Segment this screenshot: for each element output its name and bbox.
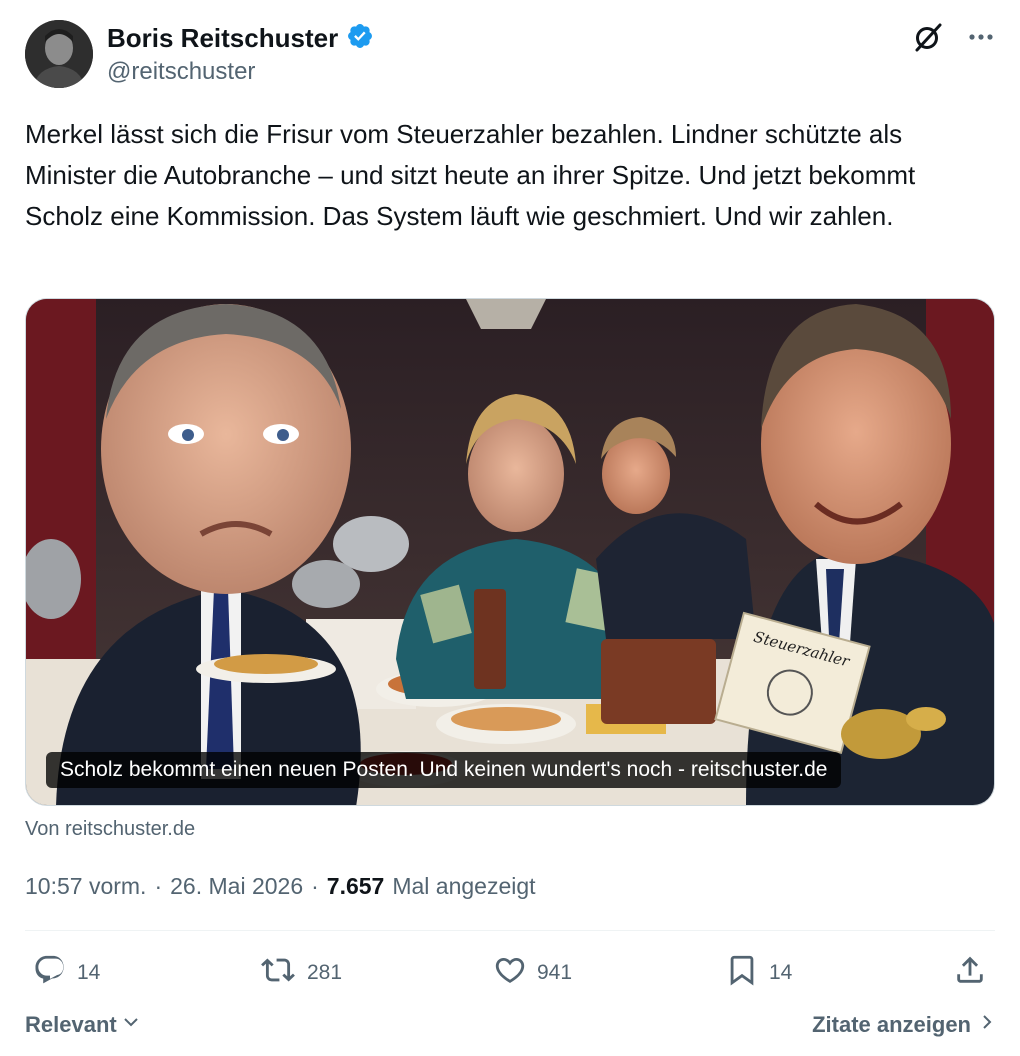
more-icon[interactable] — [967, 23, 995, 51]
reply-sort-row: Relevant Zitate anzeigen — [25, 1012, 995, 1046]
author-name[interactable]: Boris Reitschuster — [107, 23, 338, 54]
author-handle[interactable]: @reitschuster — [107, 58, 255, 86]
reply-button[interactable]: 14 — [33, 950, 100, 996]
tweet-date[interactable]: 26. Mai 2026 — [170, 873, 303, 900]
view-label: Mal angezeigt — [392, 873, 536, 899]
like-count: 941 — [537, 961, 573, 984]
bookmark-count: 14 — [769, 961, 793, 984]
avatar[interactable] — [25, 20, 93, 88]
verified-badge-icon — [346, 22, 374, 55]
reply-icon — [33, 953, 67, 993]
divider — [25, 930, 995, 931]
tweet-time[interactable]: 10:57 vorm. — [25, 873, 146, 900]
chevron-down-icon — [121, 1012, 141, 1038]
tweet-actions: 14 281 941 14 — [25, 950, 995, 996]
header-actions — [911, 20, 995, 54]
repost-button[interactable]: 281 — [259, 950, 342, 996]
view-quotes-link[interactable]: Zitate anzeigen — [812, 1012, 995, 1038]
quotes-label: Zitate anzeigen — [812, 1012, 971, 1037]
grok-icon[interactable] — [911, 20, 945, 54]
meta-separator: · — [154, 873, 163, 899]
share-icon — [953, 953, 987, 993]
link-card-image[interactable]: Steuerzahler Scholz bekommt einen neuen … — [25, 298, 995, 806]
card-illustration: Steuerzahler — [26, 299, 994, 805]
chevron-right-icon — [979, 1012, 995, 1038]
repost-icon — [259, 953, 297, 993]
sort-dropdown[interactable]: Relevant — [25, 1012, 141, 1038]
bookmark-icon — [725, 953, 759, 993]
view-count: 7.657 — [326, 873, 385, 899]
tweet-text: Merkel lässt sich die Frisur vom Steuerz… — [25, 119, 916, 231]
repost-count: 281 — [307, 961, 343, 984]
card-caption: Scholz bekommt einen neuen Posten. Und k… — [46, 752, 842, 788]
like-button[interactable]: 941 — [493, 950, 572, 996]
tweet-header: Boris Reitschuster @reitschuster — [25, 20, 995, 90]
author-name-row: Boris Reitschuster — [107, 22, 374, 55]
card-source-link[interactable]: Von reitschuster.de — [25, 818, 195, 841]
meta-separator: · — [311, 873, 319, 899]
heart-icon — [493, 953, 527, 993]
reply-count: 14 — [77, 961, 101, 984]
sort-label: Relevant — [25, 1012, 117, 1037]
tweet-meta: 10:57 vorm. · 26. Mai 2026 · 7.657 Mal a… — [25, 873, 536, 900]
bookmark-button[interactable]: 14 — [725, 950, 792, 996]
share-button[interactable] — [953, 950, 987, 996]
